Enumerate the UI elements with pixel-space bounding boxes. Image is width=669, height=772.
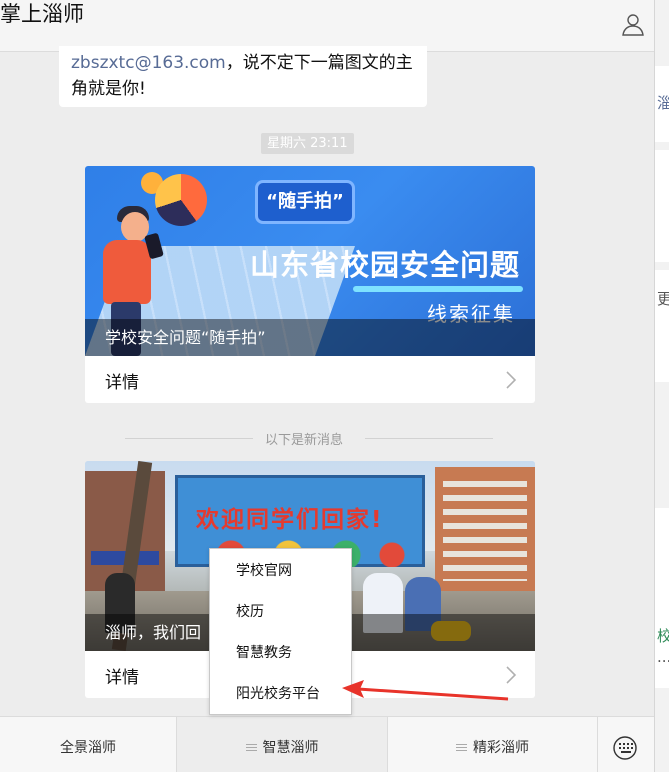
article-title-caption[interactable]: 学校安全问题“随手拍” [85,319,535,356]
person-body-graphic [103,240,151,304]
keyboard-icon[interactable] [598,717,655,772]
submenu-item-calendar[interactable]: 校历 [210,592,351,633]
menu-item-label: 全景淄师 [60,740,116,756]
background-text: 校 [657,627,669,645]
background-panel [655,270,669,382]
cover-underline [353,286,523,292]
red-arrow-annotation [342,680,509,701]
text-message-bubble: zbszxtc@163.com，说不定下一篇图文的主 角就是你! [59,46,427,107]
menu-item-zhihui[interactable]: 智慧淄师 [177,717,388,772]
popup-submenu: 学校官网 校历 智慧教务 阳光校务平台 [209,548,352,715]
submenu-item-school-website[interactable]: 学校官网 [210,551,351,592]
user-icon[interactable] [621,12,645,36]
building-graphic [435,467,535,597]
article-card[interactable]: “随手拍” 山东省校园安全问题 线索征集 学校安全问题“随手拍” 详情 [85,166,535,403]
menu-item-jingcai[interactable]: 精彩淄师 [388,717,598,772]
background-panel [655,150,669,262]
message-text: ，说不定下一篇图文的主 [225,53,413,73]
cover-title: 山东省校园安全问题 [250,248,521,282]
email-link[interactable]: zbszxtc@163.com [71,53,226,73]
chevron-right-icon [506,371,517,389]
bottom-menu-bar: 全景淄师 智慧淄师 精彩淄师 [0,716,655,772]
cover-badge: “随手拍” [255,180,355,224]
chat-header: 掌上淄师 [0,0,654,52]
menu-item-label: 智慧淄师 [262,740,319,756]
divider-label: 以下是新消息 [265,433,344,448]
chat-title: 掌上淄师 [0,2,84,26]
message-text-line2: 角就是你! [71,79,146,99]
detail-label: 详情 [105,668,139,688]
background-text: 淄 [657,94,669,112]
menu-item-label: 精彩淄师 [473,740,529,756]
background-window: 淄 更 校 ... [655,0,669,772]
pie-graphic [155,174,207,226]
article-cover-image[interactable]: “随手拍” 山东省校园安全问题 线索征集 学校安全问题“随手拍” [85,166,535,356]
submenu-item-sunshine-platform[interactable]: 阳光校务平台 [210,674,351,715]
new-messages-divider: 以下是新消息 [125,433,493,448]
submenu-lines-icon [245,744,257,752]
screen-banner-text: 欢迎同学们回家! [196,507,384,533]
detail-label: 详情 [105,373,139,393]
submenu-lines-icon [456,744,467,752]
message-timestamp: 星期六 23:11 [261,133,354,154]
chat-window: 掌上淄师 zbszxtc@163.com，说不定下一篇图文的主 角就是你! 星期… [0,0,655,772]
detail-row[interactable]: 详情 [85,356,535,403]
menu-item-quanjing[interactable]: 全景淄师 [0,717,177,772]
background-text: ... [657,648,669,666]
background-text: 更 [657,290,669,308]
submenu-item-smart-academic[interactable]: 智慧教务 [210,633,351,674]
